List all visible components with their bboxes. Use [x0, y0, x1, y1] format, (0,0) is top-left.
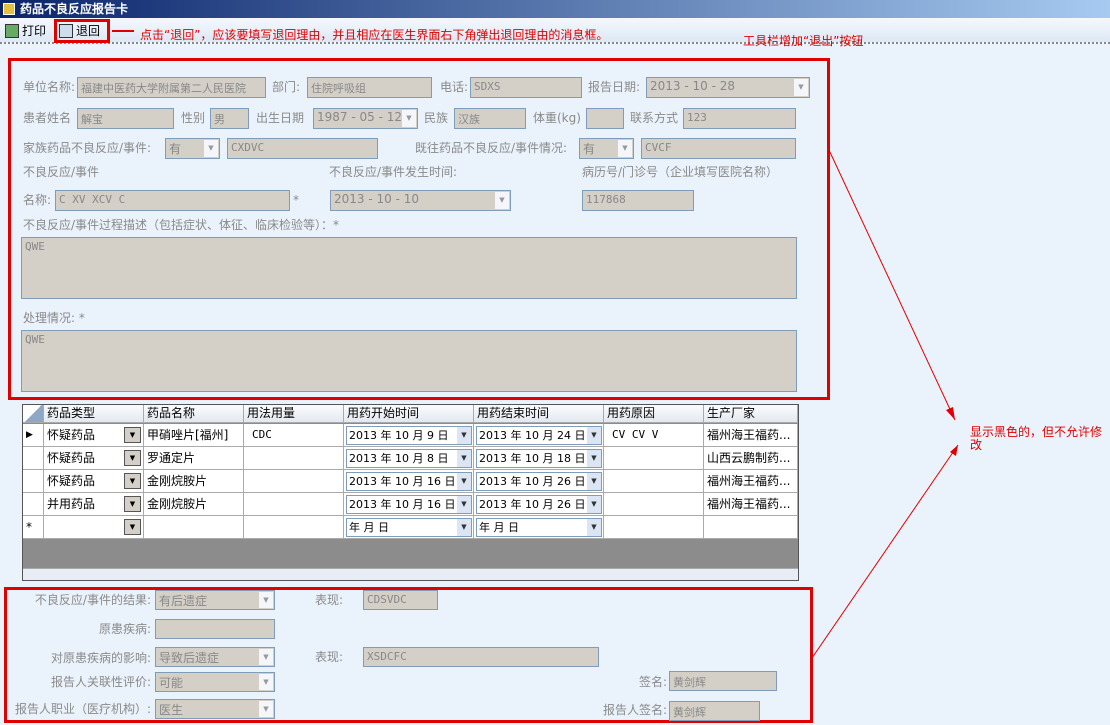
- perf2-field[interactable]: XSDCFC: [363, 647, 599, 667]
- arrow-bottom: [811, 444, 959, 659]
- arrowhead-top: [946, 407, 955, 420]
- chevron-down-icon[interactable]: ▼: [794, 79, 808, 96]
- patient-field[interactable]: 解宝: [77, 108, 174, 129]
- chevron-down-icon[interactable]: ▼: [618, 140, 632, 157]
- event-label: 不良反应/事件: [23, 165, 100, 179]
- job-select[interactable]: 医生 ▼: [155, 699, 275, 719]
- eval-select-value: 可能: [159, 676, 184, 690]
- report-date-label: 报告日期:: [588, 80, 641, 94]
- chevron-down-icon[interactable]: ▼: [259, 592, 273, 608]
- sign-label: 签名:: [638, 675, 667, 689]
- eval-select[interactable]: 可能 ▼: [155, 672, 275, 692]
- desc-textarea[interactable]: QWE: [21, 237, 797, 299]
- record-field[interactable]: 117868: [582, 190, 694, 211]
- chevron-down-icon[interactable]: ▼: [204, 140, 218, 157]
- contact-label: 联系方式: [630, 111, 679, 125]
- name-label: 名称:: [23, 193, 52, 207]
- perf2-label: 表现:: [315, 650, 344, 664]
- phone-field[interactable]: SDXS: [470, 77, 582, 98]
- family-select[interactable]: 有 ▼: [165, 138, 220, 159]
- history-label: 既往药品不良反应/事件情况:: [415, 141, 568, 155]
- result-select[interactable]: 有后遗症 ▼: [155, 590, 275, 610]
- contact-field[interactable]: 123: [683, 108, 796, 129]
- history-select-value: 有: [583, 142, 596, 156]
- birth-picker-value: 1987 - 05 - 12: [317, 110, 402, 124]
- phone-label: 电话:: [440, 80, 469, 94]
- birth-picker[interactable]: 1987 - 05 - 12 ▼: [313, 108, 418, 129]
- history-detail-field[interactable]: CVCF: [641, 138, 796, 159]
- event-time-picker-value: 2013 - 10 - 10: [334, 192, 419, 206]
- job-label: 报告人职业（医疗机构）:: [14, 702, 151, 716]
- name-field[interactable]: C XV XCV C: [55, 190, 290, 211]
- perf1-label: 表现:: [315, 593, 344, 607]
- nation-field[interactable]: 汉族: [454, 108, 526, 129]
- weight-label: 体重(kg): [533, 111, 581, 125]
- chevron-down-icon[interactable]: ▼: [402, 110, 416, 127]
- chevron-down-icon[interactable]: ▼: [259, 649, 273, 665]
- eval-label: 报告人关联性评价:: [50, 675, 151, 689]
- family-label: 家族药品不良反应/事件:: [23, 141, 152, 155]
- dept-field[interactable]: 住院呼吸组: [307, 77, 432, 98]
- event-time-picker[interactable]: 2013 - 10 - 10 ▼: [330, 190, 511, 211]
- disease-field[interactable]: [155, 619, 275, 639]
- dept-label: 部门:: [272, 80, 301, 94]
- unit-field[interactable]: 福建中医药大学附属第二人民医院: [77, 77, 266, 98]
- nation-label: 民族: [424, 111, 449, 125]
- birth-label: 出生日期: [256, 111, 305, 125]
- arrow-top: [828, 149, 956, 421]
- report-date-picker-value: 2013 - 10 - 28: [650, 79, 735, 93]
- effect-select[interactable]: 导致后遗症 ▼: [155, 647, 275, 667]
- reporter-sign-label: 报告人签名:: [602, 703, 667, 717]
- reporter-sign-field[interactable]: 黄剑辉: [669, 701, 760, 721]
- sex-field[interactable]: 男: [210, 108, 249, 129]
- report-date-picker[interactable]: 2013 - 10 - 28 ▼: [646, 77, 810, 98]
- chevron-down-icon[interactable]: ▼: [495, 192, 509, 209]
- chevron-down-icon[interactable]: ▼: [259, 701, 273, 717]
- family-select-value: 有: [169, 142, 182, 156]
- readonly-note: 显示黑色的，但不允许修改: [970, 425, 1103, 452]
- name-required: *: [293, 193, 299, 207]
- patient-label: 患者姓名: [23, 111, 72, 125]
- disease-label: 原患疾病:: [98, 622, 151, 636]
- history-select[interactable]: 有 ▼: [579, 138, 634, 159]
- job-select-value: 医生: [159, 703, 184, 717]
- result-select-value: 有后遗症: [159, 594, 208, 608]
- weight-field[interactable]: [586, 108, 624, 129]
- family-detail-field[interactable]: CXDVC: [227, 138, 378, 159]
- desc-label: 不良反应/事件过程描述（包括症状、体征、临床检验等）：*: [23, 218, 340, 232]
- event-time-label: 不良反应/事件发生时间:: [329, 165, 458, 179]
- perf1-field[interactable]: CDSVDC: [363, 590, 438, 610]
- result-label: 不良反应/事件的结果:: [34, 593, 151, 607]
- unit-label: 单位名称:: [23, 80, 76, 94]
- sign-field[interactable]: 黄剑辉: [669, 671, 777, 691]
- record-label: 病历号/门诊号（企业填写医院名称）: [582, 165, 779, 179]
- handle-textarea[interactable]: QWE: [21, 330, 797, 392]
- chevron-down-icon[interactable]: ▼: [259, 674, 273, 690]
- handle-label: 处理情况: *: [23, 311, 85, 325]
- effect-select-value: 导致后遗症: [159, 651, 220, 665]
- sex-label: 性别: [181, 111, 206, 125]
- effect-label: 对原患疾病的影响:: [50, 651, 151, 665]
